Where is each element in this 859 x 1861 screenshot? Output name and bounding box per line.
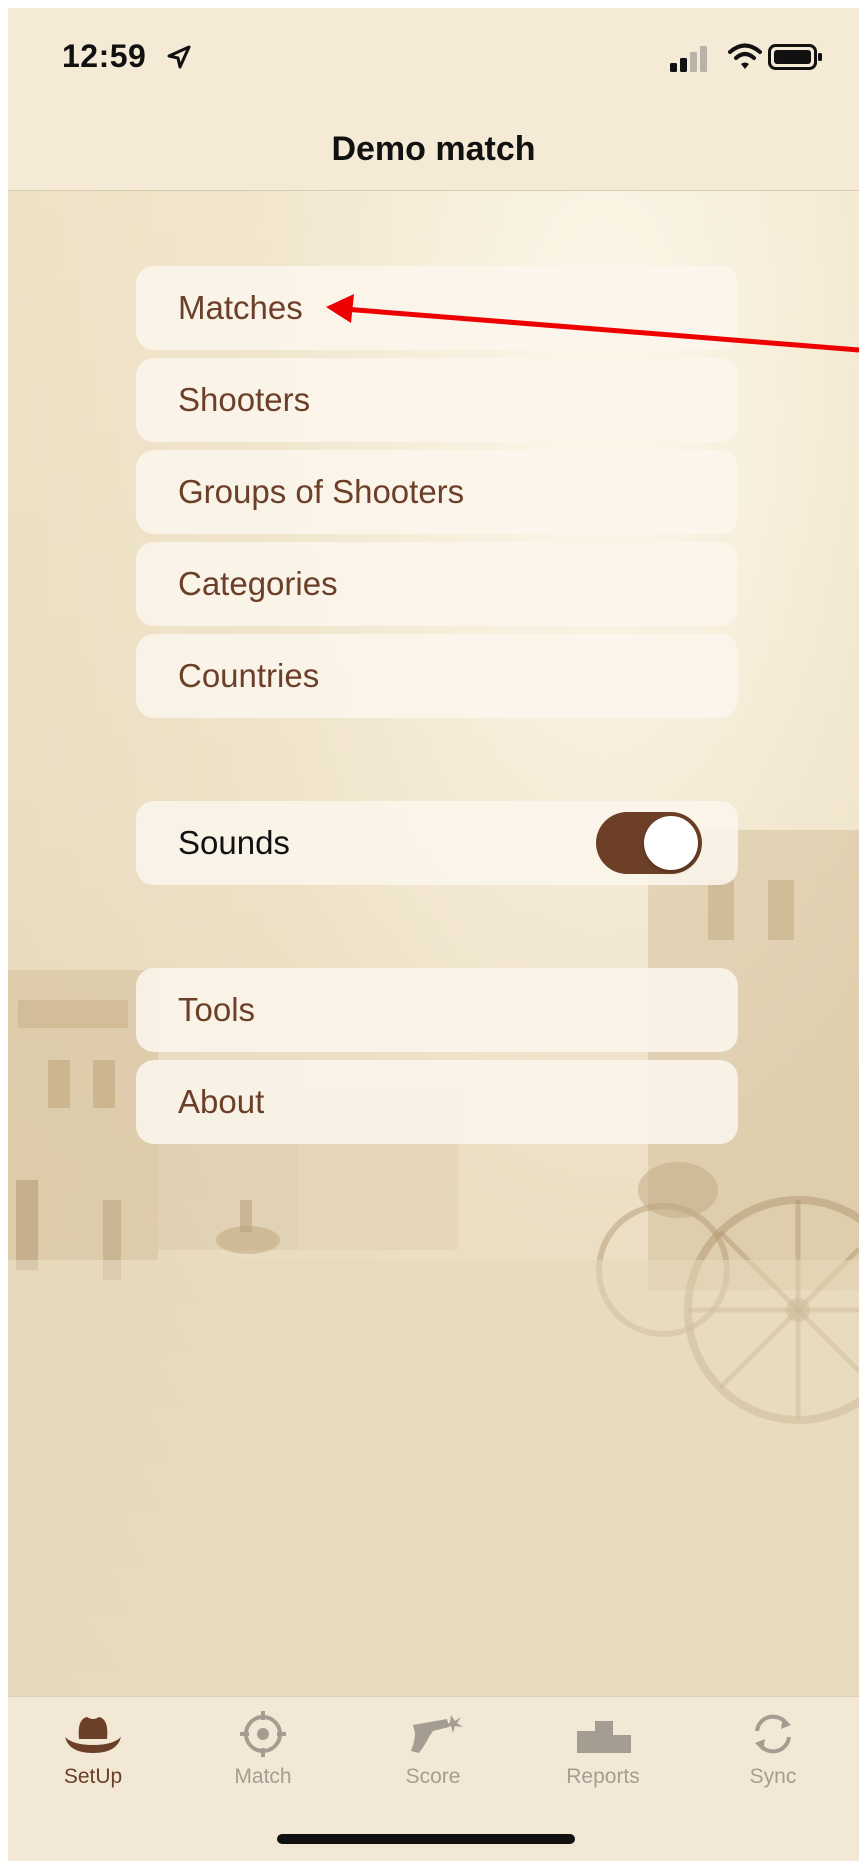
home-indicator <box>277 1834 575 1844</box>
menu-item-matches[interactable]: Matches <box>136 266 738 350</box>
menu-item-categories[interactable]: Categories <box>136 542 738 626</box>
menu-item-label: About <box>178 1083 265 1120</box>
podium-icon <box>518 1711 688 1757</box>
menu-item-label: Shooters <box>178 381 311 418</box>
menu-item-shooters[interactable]: Shooters <box>136 358 738 442</box>
cowboy-hat-icon <box>8 1711 178 1757</box>
menu-item-about[interactable]: About <box>136 1060 738 1144</box>
page-title: Demo match <box>331 130 536 168</box>
wifi-icon <box>728 42 762 75</box>
menu-item-tools[interactable]: Tools <box>136 968 738 1052</box>
navigation-bar: Demo match <box>8 108 859 191</box>
menu-item-label: Matches <box>178 289 303 326</box>
menu-item-label: Categories <box>178 565 338 602</box>
tab-label: SetUp <box>63 1765 123 1788</box>
location-arrow-icon <box>166 44 192 75</box>
signal-icon <box>670 46 710 77</box>
phone-screen: 12:59 Demo match Matches Shooters Groups… <box>8 8 859 1861</box>
tab-label: Reports <box>566 1765 640 1788</box>
tab-label: Sync <box>749 1765 797 1788</box>
tab-sync[interactable]: Sync <box>688 1711 858 1789</box>
tab-reports[interactable]: Reports <box>518 1711 688 1789</box>
crosshair-icon <box>178 1711 348 1757</box>
tab-score[interactable]: Score <box>348 1711 518 1789</box>
revolver-icon <box>348 1711 518 1757</box>
menu-item-groups-of-shooters[interactable]: Groups of Shooters <box>136 450 738 534</box>
menu-item-countries[interactable]: Countries <box>136 634 738 718</box>
battery-icon <box>768 44 824 75</box>
toggle-knob <box>644 816 698 870</box>
tab-label: Match <box>234 1765 292 1788</box>
tab-match[interactable]: Match <box>178 1711 348 1789</box>
sounds-row: Sounds <box>136 801 738 885</box>
status-bar: 12:59 <box>8 8 859 108</box>
sounds-toggle[interactable] <box>596 812 702 874</box>
menu-item-label: Groups of Shooters <box>178 473 465 510</box>
menu-item-label: Tools <box>178 991 256 1028</box>
tab-setup[interactable]: SetUp <box>8 1711 178 1789</box>
menu-item-label: Countries <box>178 657 320 694</box>
sounds-label: Sounds <box>178 824 290 861</box>
status-time: 12:59 <box>62 38 147 74</box>
sync-icon <box>688 1711 858 1757</box>
tab-label: Score <box>405 1765 461 1788</box>
